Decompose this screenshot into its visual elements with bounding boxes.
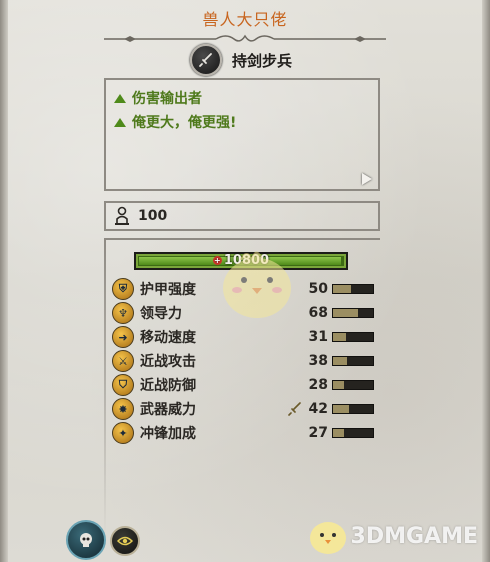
stat-row-charge-bonus[interactable]: ✦ 冲锋加成 27: [112, 422, 374, 444]
stat-bar: [332, 404, 374, 414]
stat-value: 31: [308, 329, 328, 345]
armour-icon: ⛨: [112, 278, 134, 300]
trait-label: 俺更大，俺更强!: [132, 115, 237, 131]
sword-icon: [190, 44, 222, 76]
melee-defence-icon: ⛉: [112, 374, 134, 396]
stat-bar-fill: [333, 333, 346, 341]
scroll-right-arrow-icon[interactable]: [362, 173, 372, 185]
stat-bar-fill: [333, 309, 358, 317]
stat-bar-fill: [333, 429, 344, 437]
eye-button[interactable]: [110, 526, 140, 556]
unit-count-value: 100: [138, 208, 168, 224]
panel-frame-right: [482, 0, 490, 562]
skull-button[interactable]: [66, 520, 106, 560]
stat-row-speed[interactable]: ➜ 移动速度 31: [112, 326, 374, 348]
stat-bar-fill: [333, 285, 351, 293]
unit-count-panel: 100: [104, 201, 380, 231]
eye-icon: [117, 536, 133, 546]
stat-value: 42: [308, 401, 328, 417]
triangle-up-icon: [114, 117, 126, 127]
panel-frame-left: [0, 0, 8, 562]
stat-value: 38: [308, 353, 328, 369]
stat-label: 近战防御: [140, 378, 196, 394]
site-watermark: 3DMGAME: [305, 516, 478, 556]
stats-divider: [104, 238, 380, 240]
charge-bonus-icon: ✦: [112, 422, 134, 444]
watermark-text: 3DMGAME: [350, 523, 478, 549]
stats-side-line: [104, 238, 106, 538]
stat-bar: [332, 284, 374, 294]
watermark-chick-icon: [309, 522, 346, 554]
traits-panel: 伤害输出者 俺更大，俺更强!: [104, 78, 380, 191]
skull-icon: [80, 533, 92, 547]
stat-bar-fill: [333, 405, 349, 413]
speed-icon: ➜: [112, 326, 134, 348]
stat-bar: [332, 308, 374, 318]
stat-bar-fill: [333, 357, 348, 365]
stat-value: 68: [308, 305, 328, 321]
bonus-sword-icon: [288, 402, 301, 416]
stat-bar: [332, 380, 374, 390]
stat-bar: [332, 428, 374, 438]
stat-label: 冲锋加成: [140, 426, 196, 442]
stat-label: 近战攻击: [140, 354, 196, 370]
unit-type-label: 持剑步兵: [232, 51, 293, 70]
stat-label: 武器威力: [140, 402, 196, 418]
unit-name: 兽人大只佬: [202, 10, 288, 29]
trait-item[interactable]: 俺更大，俺更强!: [114, 110, 378, 134]
trait-label: 伤害输出者: [132, 91, 202, 107]
unit-count-icon: [115, 206, 129, 225]
leadership-icon: ♆: [112, 302, 134, 324]
stat-label: 移动速度: [140, 330, 196, 346]
stat-bar: [332, 356, 374, 366]
stat-value: 28: [308, 377, 328, 393]
stat-row-weapon-strength[interactable]: ✸ 武器威力 42: [112, 398, 374, 420]
melee-attack-icon: ⚔: [112, 350, 134, 372]
mascot-chick-icon: [223, 251, 291, 318]
stat-row-melee-defence[interactable]: ⛉ 近战防御 28: [112, 374, 374, 396]
triangle-up-icon: [114, 93, 126, 103]
trait-item[interactable]: 伤害输出者: [114, 86, 378, 110]
stat-row-melee-attack[interactable]: ⚔ 近战攻击 38: [112, 350, 374, 372]
stat-bar-fill: [333, 381, 345, 389]
weapon-strength-icon: ✸: [112, 398, 134, 420]
stat-bar: [332, 332, 374, 342]
stat-value: 50: [308, 281, 328, 297]
stat-value: 27: [308, 425, 328, 441]
unit-type-row: 持剑步兵: [190, 44, 292, 76]
